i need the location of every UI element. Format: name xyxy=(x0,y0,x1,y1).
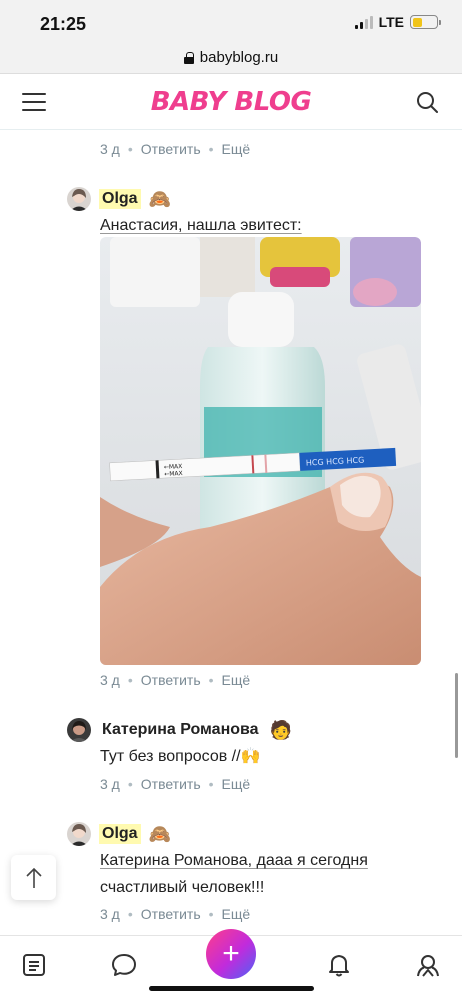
avatar[interactable] xyxy=(67,822,91,846)
comment-header: Olga 🙈 xyxy=(67,187,171,211)
comment-meta: 3 д • Ответить • Ещё xyxy=(100,906,251,922)
reply-button[interactable]: Ответить xyxy=(141,776,201,792)
chat-icon[interactable] xyxy=(111,952,137,978)
network-label: LTE xyxy=(378,14,404,30)
feed-icon[interactable] xyxy=(21,952,47,978)
user-badge-emoji: 🙈 xyxy=(148,824,171,844)
svg-text:←MAX: ←MAX xyxy=(164,470,183,478)
comment-meta: 3 д • Ответить • Ещё xyxy=(100,141,251,157)
author-name[interactable]: Olga xyxy=(99,824,141,844)
comment-text: Анастасия, нашла эвитест: xyxy=(100,217,302,234)
user-badge-emoji: 🙈 xyxy=(148,189,171,209)
arrow-up-icon xyxy=(25,867,42,888)
comment-header: Olga 🙈 xyxy=(67,822,171,846)
comment-meta: 3 д • Ответить • Ещё xyxy=(100,776,251,792)
scrollbar[interactable] xyxy=(455,673,458,758)
signal-icon xyxy=(354,15,373,29)
comment-time: 3 д xyxy=(100,906,120,922)
home-indicator xyxy=(149,986,314,991)
avatar[interactable] xyxy=(67,718,91,742)
reply-button[interactable]: Ответить xyxy=(141,141,201,157)
create-post-button[interactable]: + xyxy=(206,929,256,979)
comment-time: 3 д xyxy=(100,672,120,688)
more-button[interactable]: Ещё xyxy=(222,141,251,157)
search-icon[interactable] xyxy=(416,91,438,113)
battery-icon xyxy=(410,15,441,29)
lock-icon xyxy=(183,51,194,64)
url-text: babyblog.ru xyxy=(199,49,279,66)
user-badge-emoji: 🧑 xyxy=(269,720,292,740)
reply-button[interactable]: Ответить xyxy=(141,672,201,688)
status-time: 21:25 xyxy=(40,14,87,34)
scroll-top-button[interactable] xyxy=(11,855,56,900)
more-button[interactable]: Ещё xyxy=(222,672,251,688)
site-logo[interactable]: BABY BLOG xyxy=(0,87,462,117)
bell-icon[interactable] xyxy=(326,952,352,978)
site-header: BABY BLOG xyxy=(0,75,462,130)
more-button[interactable]: Ещё xyxy=(222,776,251,792)
comment-time: 3 д xyxy=(100,141,120,157)
comment-time: 3 д xyxy=(100,776,120,792)
more-button[interactable]: Ещё xyxy=(222,906,251,922)
comment-text: Тут без вопросов //🙌 xyxy=(100,748,261,765)
comment-meta: 3 д • Ответить • Ещё xyxy=(100,672,251,688)
friends-icon[interactable] xyxy=(415,952,441,978)
author-name[interactable]: Катерина Романова xyxy=(99,720,262,740)
status-bar: 21:25 LTE xyxy=(0,0,462,42)
comment-header: Катерина Романова 🧑 xyxy=(67,718,292,742)
status-indicators: LTE xyxy=(354,14,441,30)
comment-text: Катерина Романова, дааа я сегодня счастл… xyxy=(100,852,368,896)
reply-button[interactable]: Ответить xyxy=(141,906,201,922)
address-bar[interactable]: babyblog.ru xyxy=(0,42,462,74)
comment-photo[interactable]: Rmus Life ←MAX ←MAX HCG HCG HCG xyxy=(100,237,421,665)
avatar[interactable] xyxy=(67,187,91,211)
author-name[interactable]: Olga xyxy=(99,189,141,209)
